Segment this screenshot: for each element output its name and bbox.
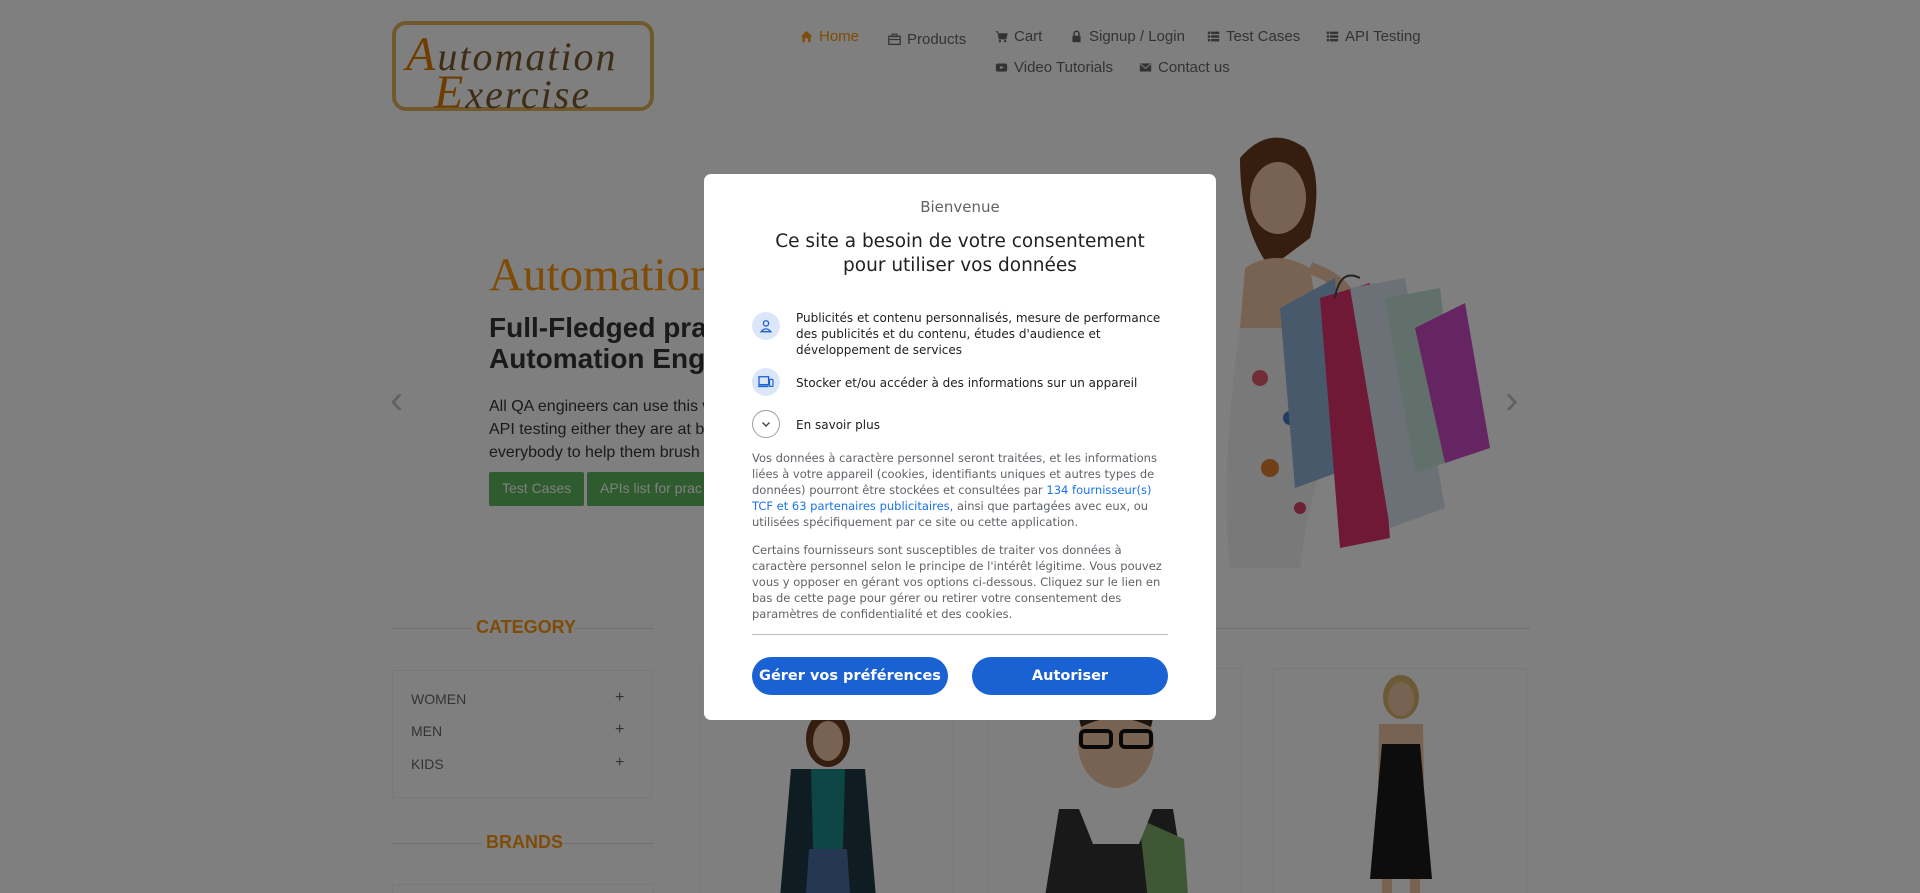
accept-button[interactable]: Autoriser (972, 657, 1168, 695)
consent-body-2: Certains fournisseurs sont susceptibles … (752, 543, 1162, 621)
person-icon (752, 312, 780, 340)
consent-body-1: Vos données à caractère personnel seront… (752, 451, 1157, 529)
chevron-down-icon[interactable] (752, 410, 780, 438)
consent-title: Ce site a besoin de votre consentement p… (775, 231, 1145, 276)
consent-dialog: Bienvenue Ce site a besoin de votre cons… (704, 174, 1216, 720)
consent-welcome: Bienvenue (920, 198, 1000, 216)
divider (752, 634, 1168, 635)
device-icon (752, 368, 780, 396)
manage-preferences-button[interactable]: Gérer vos préférences (752, 657, 948, 695)
